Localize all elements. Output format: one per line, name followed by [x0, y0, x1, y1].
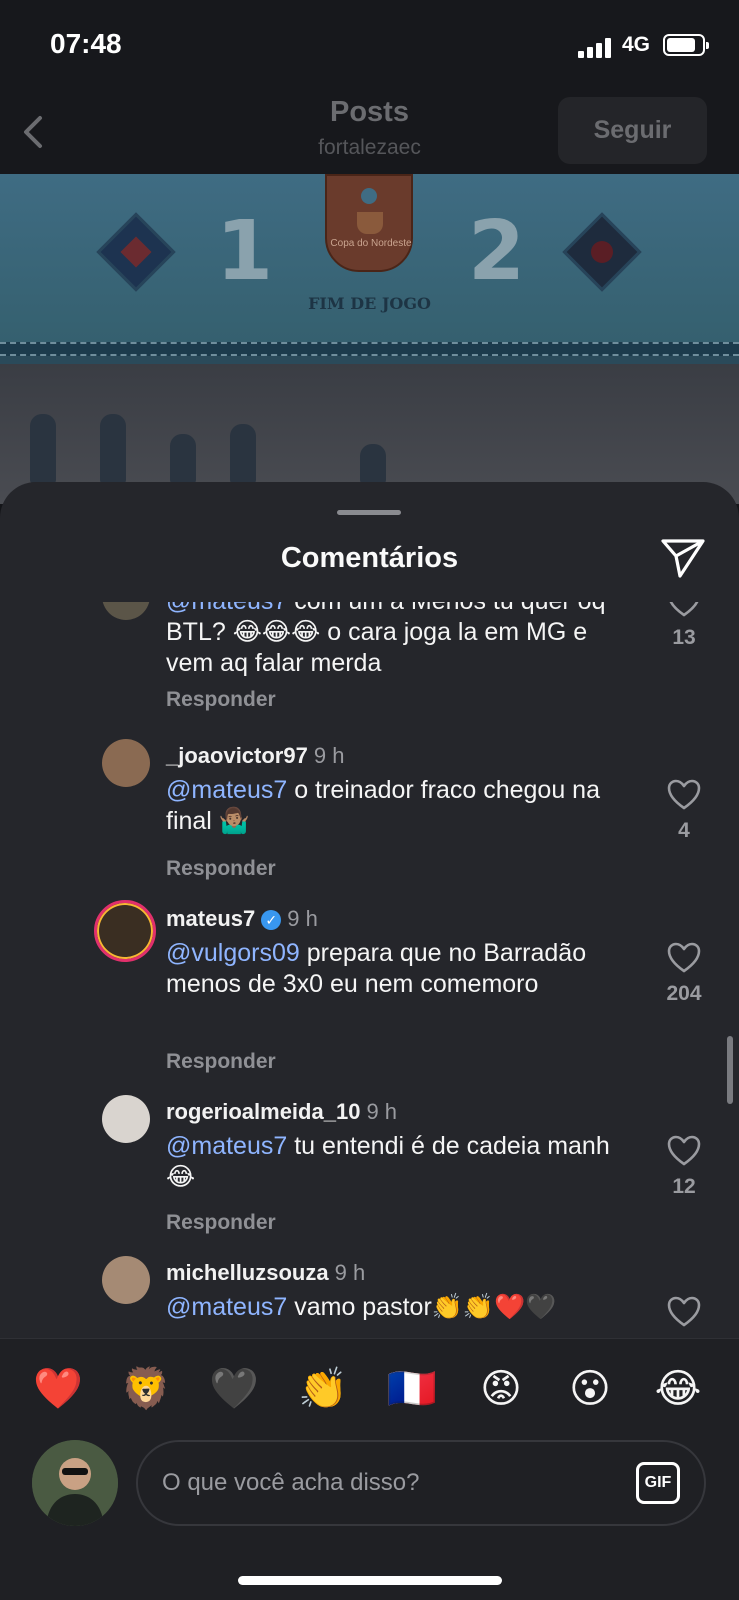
like-control[interactable]: 13	[664, 602, 704, 650]
comment-body: vamo pastor👏👏❤️🖤	[287, 1293, 557, 1321]
follow-button[interactable]: Seguir	[558, 97, 707, 164]
trophy-label: Copa do Nordeste	[330, 238, 412, 249]
comment-item: @mateus7 com um a Menos tu quer oq BTL? …	[0, 602, 739, 742]
comment-time: 9 h	[366, 1099, 398, 1124]
avatar[interactable]	[102, 739, 150, 787]
status-bar: 07:48 4G	[0, 0, 739, 90]
mention-link[interactable]: @mateus7	[166, 1293, 287, 1321]
comment-item: _joaovictor97 9 h @mateus7 o treinador fr…	[0, 739, 739, 899]
comment-header: mateus7 ✓ 9 h	[166, 906, 318, 932]
comment-time: 9 h	[313, 743, 345, 768]
reply-button[interactable]: Responder	[166, 1211, 276, 1235]
heart-icon[interactable]	[667, 602, 701, 618]
sheet-grabber[interactable]	[337, 510, 401, 515]
like-control[interactable]	[664, 1296, 704, 1328]
avatar[interactable]	[102, 1095, 150, 1143]
reply-button[interactable]: Responder	[166, 688, 276, 712]
share-send-icon[interactable]	[660, 536, 706, 580]
mention-link[interactable]: @vulgors09	[166, 939, 300, 967]
comment-item: rogerioalmeida_10 9 h @mateus7 tu entendi…	[0, 1095, 739, 1255]
reply-button[interactable]: Responder	[166, 857, 276, 881]
comments-list[interactable]: @mateus7 com um a Menos tu quer oq BTL? …	[0, 602, 739, 1412]
comment-header: _joaovictor97 9 h	[166, 743, 344, 769]
away-team-crest-icon	[562, 212, 642, 292]
emoji-angry[interactable]: 😡	[475, 1363, 527, 1415]
like-count: 4	[678, 819, 690, 842]
comment-text: @vulgors09 prepara que no Barradão menos…	[166, 938, 636, 1000]
avatar[interactable]	[102, 1256, 150, 1304]
comment-time: 9 h	[334, 1260, 366, 1285]
comment-composer: O que você acha disso? GIF	[0, 1434, 739, 1600]
mention-link[interactable]: @mateus7	[166, 1132, 287, 1160]
verified-badge-icon: ✓	[261, 910, 282, 930]
trophy-icon	[357, 212, 383, 234]
scrollbar[interactable]	[727, 1036, 733, 1104]
emoji-red-heart[interactable]: ❤️	[32, 1363, 84, 1415]
home-indicator[interactable]	[238, 1576, 502, 1585]
comment-input-placeholder: O que você acha disso?	[162, 1469, 420, 1496]
comment-input[interactable]: O que você acha disso? GIF	[136, 1440, 706, 1526]
mention-link[interactable]: @mateus7	[166, 776, 287, 804]
away-score: 2	[468, 204, 526, 299]
heart-icon[interactable]	[667, 942, 701, 974]
emoji-flag-france[interactable]: 🇫🇷	[386, 1363, 438, 1415]
battery-icon	[663, 34, 709, 56]
emoji-clapping[interactable]: 👏	[297, 1363, 349, 1415]
user-photo-icon	[32, 1440, 118, 1526]
comment-text: @mateus7 tu entendi é de cadeia manh 😂	[166, 1131, 636, 1193]
username[interactable]: rogerioalmeida_10	[166, 1099, 360, 1124]
like-count: 204	[666, 982, 702, 1005]
comment-text: @mateus7 o treinador fraco chegou na fin…	[166, 775, 636, 837]
emoji-black-heart[interactable]: 🖤	[208, 1363, 260, 1415]
emoji-surprised[interactable]: 😮	[564, 1363, 616, 1415]
comment-text: @mateus7 com um a Menos tu quer oq BTL? …	[166, 602, 636, 679]
sheet-title: Comentários	[280, 542, 459, 574]
cellular-signal-icon	[578, 38, 614, 58]
reply-button[interactable]: Responder	[166, 1050, 276, 1074]
comment-time: 9 h	[287, 906, 318, 931]
username[interactable]: mateus7	[166, 906, 255, 931]
like-control[interactable]: 12	[664, 1135, 704, 1199]
post-header: Posts fortalezaec Seguir	[0, 90, 739, 174]
heart-icon[interactable]	[667, 779, 701, 811]
avatar[interactable]	[102, 602, 150, 620]
mention-link[interactable]: @mateus7	[166, 602, 287, 615]
comment-header: rogerioalmeida_10 9 h	[166, 1099, 397, 1125]
like-control[interactable]: 204	[656, 942, 712, 1006]
match-status: FIM DE JOGO	[308, 294, 431, 313]
divider-strip	[0, 342, 739, 356]
emoji-laughing[interactable]: 😂	[652, 1363, 704, 1415]
emoji-reaction-bar: ❤️ 🦁 🖤 👏 🇫🇷 😡 😮 😂	[0, 1338, 739, 1434]
comment-text: @mateus7 vamo pastor👏👏❤️🖤	[166, 1292, 636, 1323]
like-count: 12	[672, 1175, 696, 1198]
post-image[interactable]: 1 Copa do Nordeste 2 FIM DE JOGO	[0, 174, 739, 504]
trophy-tag: Copa do Nordeste	[325, 174, 413, 272]
like-count: 13	[672, 626, 696, 649]
comment-item: mateus7 ✓ 9 h @vulgors09 prepara que no Ba…	[0, 900, 739, 1102]
comment-header: michelluzsouza 9 h	[166, 1260, 365, 1286]
emoji-lion[interactable]: 🦁	[120, 1363, 172, 1415]
network-type: 4G	[622, 33, 651, 56]
current-user-avatar	[32, 1440, 118, 1526]
home-score: 1	[216, 204, 274, 299]
username[interactable]: _joaovictor97	[166, 743, 308, 768]
heart-icon[interactable]	[667, 1296, 701, 1328]
home-team-crest-icon	[96, 212, 176, 292]
gif-button[interactable]: GIF	[636, 1462, 680, 1504]
username[interactable]: michelluzsouza	[166, 1260, 329, 1285]
scoreboard: 1 Copa do Nordeste 2 FIM DE JOGO	[0, 174, 739, 342]
heart-icon[interactable]	[667, 1135, 701, 1167]
like-control[interactable]: 4	[664, 779, 704, 843]
avatar-story-ring[interactable]	[94, 900, 156, 962]
status-time: 07:48	[50, 28, 122, 59]
